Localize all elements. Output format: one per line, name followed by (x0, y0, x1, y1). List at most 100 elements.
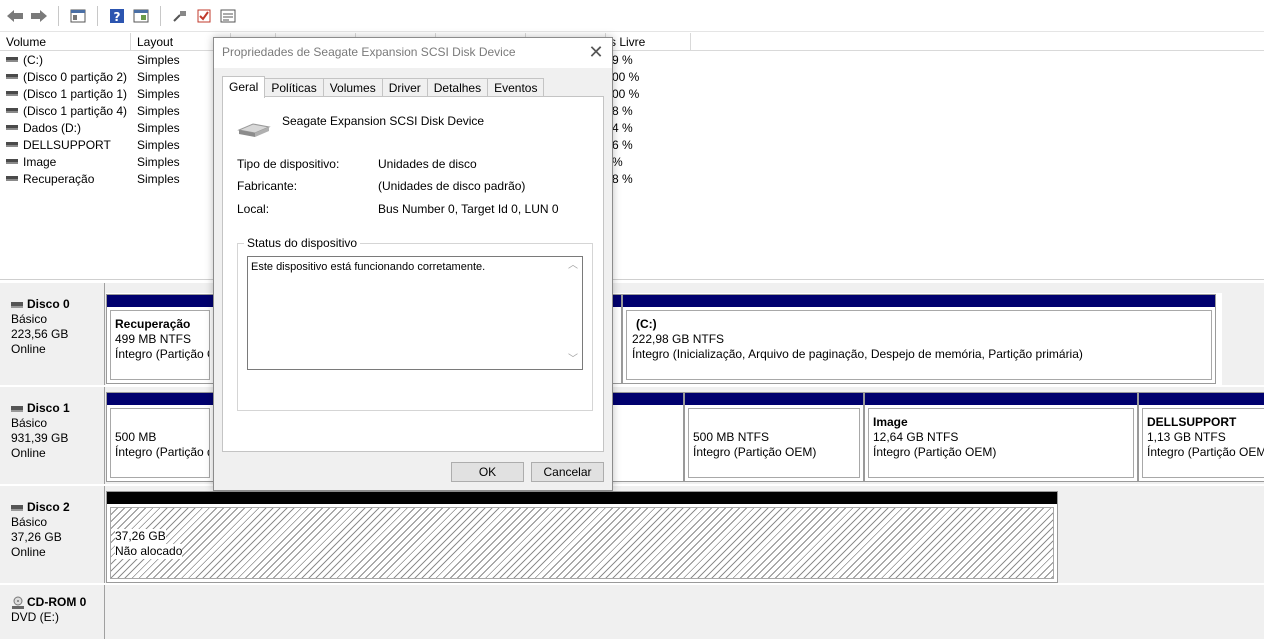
partition-state: Íntegro (Partição O (115, 347, 210, 361)
partition-bar (1139, 393, 1264, 405)
volume-percent-free: 00 % (612, 70, 640, 84)
table-row[interactable]: (C:) Simples 9 % (0, 52, 1264, 69)
svg-text:?: ? (114, 10, 121, 24)
toolbar: ? (0, 0, 1264, 32)
settings-list-icon[interactable] (217, 5, 239, 27)
close-icon[interactable]: ✕ (588, 42, 604, 62)
table-row[interactable]: (Disco 1 partição 1) Simples 00 % (0, 86, 1264, 103)
partition-info: (C:) 222,98 GB NTFS Íntegro (Inicializaç… (626, 310, 1212, 380)
table-row[interactable]: (Disco 1 partição 4) Simples 8 % (0, 103, 1264, 120)
toolbar-separator (97, 5, 98, 26)
partition-title: DELLSUPPORT (1147, 415, 1237, 429)
toolbar-separator (58, 5, 59, 26)
partition-size: 222,98 GB NTFS (632, 332, 725, 346)
check-icon[interactable] (193, 5, 215, 27)
disk-name: Disco 2 (27, 500, 70, 514)
partition-c[interactable]: (C:) 222,98 GB NTFS Íntegro (Inicializaç… (622, 294, 1216, 384)
disk-type: DVD (E:) (11, 610, 59, 624)
volume-list: Volume Layout s Livre (C:) Simples 9 % (… (0, 33, 1264, 280)
help-icon[interactable]: ? (106, 5, 128, 27)
disk-size: 223,56 GB (11, 327, 69, 341)
tab-detalhes[interactable]: Detalhes (427, 78, 489, 97)
prop-value-device-type: Unidades de disco (378, 157, 477, 171)
partition-disk1-2[interactable] (612, 392, 684, 482)
tab-driver[interactable]: Driver (382, 78, 428, 97)
cancel-button[interactable]: Cancelar (531, 462, 604, 482)
disk-icon (11, 301, 23, 308)
partition-title: Recuperação (115, 317, 191, 331)
partition-title: (C:) (636, 317, 657, 331)
disk-label-disco-1[interactable]: Disco 1 Básico 931,39 GB Online (0, 387, 105, 484)
disk-name: CD-ROM 0 (27, 595, 87, 609)
partition-disk1-1[interactable]: 500 MB Íntegro (Partição de (106, 392, 214, 482)
device-status-textbox[interactable]: Este dispositivo está funcionando corret… (247, 256, 583, 370)
partition-bar (107, 295, 213, 307)
partition-title: Image (873, 415, 908, 429)
disk-icon (11, 504, 23, 511)
table-row[interactable]: DELLSUPPORT Simples 6 % (0, 137, 1264, 154)
console-tree-icon[interactable] (67, 5, 89, 27)
volume-percent-free: 9 % (612, 53, 633, 67)
partition-info: 500 MB NTFS Íntegro (Partição OEM) (688, 408, 860, 478)
partition-bar (623, 295, 1215, 307)
disk-status: Online (11, 446, 46, 460)
tab-geral[interactable]: Geral (222, 76, 266, 98)
disk-status: Online (11, 545, 46, 559)
table-row[interactable]: Recuperação Simples 8 % (0, 171, 1264, 188)
properties-dialog: Propriedades de Seagate Expansion SCSI D… (213, 37, 613, 491)
volume-icon (6, 176, 18, 182)
partition-size: 500 MB (115, 430, 157, 444)
partition-unallocated[interactable]: 37,26 GB Não alocado (106, 491, 1058, 583)
partition-state: Íntegro (Partição OEM) (693, 445, 817, 459)
connect-icon[interactable] (169, 5, 191, 27)
disk-label-cdrom-0[interactable]: CD-ROM 0 DVD (E:) (0, 585, 105, 639)
volume-name: DELLSUPPORT (23, 138, 111, 152)
dialog-title: Propriedades de Seagate Expansion SCSI D… (214, 38, 612, 68)
partition-state: Íntegro (Inicialização, Arquivo de pagin… (632, 347, 1083, 361)
table-row[interactable]: (Disco 0 partição 2) Simples 00 % (0, 69, 1264, 86)
partition-image[interactable]: Image 12,64 GB NTFS Íntegro (Partição OE… (864, 392, 1138, 482)
disk-icon (11, 405, 23, 412)
disk-map: Disco 0 Básico 223,56 GB Online Recupera… (0, 283, 1264, 639)
table-row[interactable]: Dados (D:) Simples 4 % (0, 120, 1264, 137)
back-arrow-icon[interactable] (4, 5, 26, 27)
forward-arrow-icon[interactable] (28, 5, 50, 27)
volume-icon (6, 108, 18, 114)
volume-icon (6, 91, 18, 97)
device-name: Seagate Expansion SCSI Disk Device (282, 114, 485, 128)
prop-label-location: Local: (237, 202, 270, 216)
partition-disk0-2[interactable] (612, 294, 622, 384)
disk-label-disco-0[interactable]: Disco 0 Básico 223,56 GB Online (0, 283, 105, 385)
device-status-text: Este dispositivo está funcionando corret… (251, 261, 486, 273)
volume-list-header: Volume Layout s Livre (0, 33, 1264, 51)
scroll-up-icon[interactable]: ︿ (568, 261, 578, 271)
column-volume[interactable]: Volume (0, 33, 131, 51)
partition-state: Íntegro (Partição de (115, 445, 210, 459)
tab-volumes[interactable]: Volumes (323, 78, 383, 97)
properties-pane-icon[interactable] (130, 5, 152, 27)
volume-icon (6, 142, 18, 148)
volume-name: Dados (D:) (23, 121, 82, 135)
partition-bar (613, 393, 683, 405)
partition-disk1-3[interactable]: 500 MB NTFS Íntegro (Partição OEM) (684, 392, 864, 482)
partition-size: 12,64 GB NTFS (873, 430, 959, 444)
partition-bar (107, 492, 1057, 504)
disk-label-disco-2[interactable]: Disco 2 Básico 37,26 GB Online (0, 486, 105, 583)
column-percent-free[interactable]: s Livre (606, 33, 691, 51)
prop-label-device-type: Tipo de dispositivo: (237, 157, 340, 171)
partition-info: Image 12,64 GB NTFS Íntegro (Partição OE… (868, 408, 1134, 478)
volume-layout: Simples (137, 87, 180, 101)
volume-icon (6, 159, 18, 165)
partition-state: Íntegro (Partição OEM) (1147, 445, 1264, 459)
partition-dellsupport[interactable]: DELLSUPPORT 1,13 GB NTFS Íntegro (Partiç… (1138, 392, 1264, 482)
table-row[interactable]: Image Simples % (0, 154, 1264, 171)
volume-icon (6, 57, 18, 63)
tab-politicas[interactable]: Políticas (265, 78, 324, 97)
row-separator (0, 484, 1264, 486)
disk-drive-icon (237, 121, 271, 139)
partition-recuperacao[interactable]: Recuperação 499 MB NTFS Íntegro (Partiçã… (106, 294, 214, 384)
partition-info: DELLSUPPORT 1,13 GB NTFS Íntegro (Partiç… (1142, 408, 1264, 478)
ok-button[interactable]: OK (451, 462, 524, 482)
tab-eventos[interactable]: Eventos (488, 78, 545, 97)
scroll-down-icon[interactable]: ﹀ (568, 355, 578, 365)
